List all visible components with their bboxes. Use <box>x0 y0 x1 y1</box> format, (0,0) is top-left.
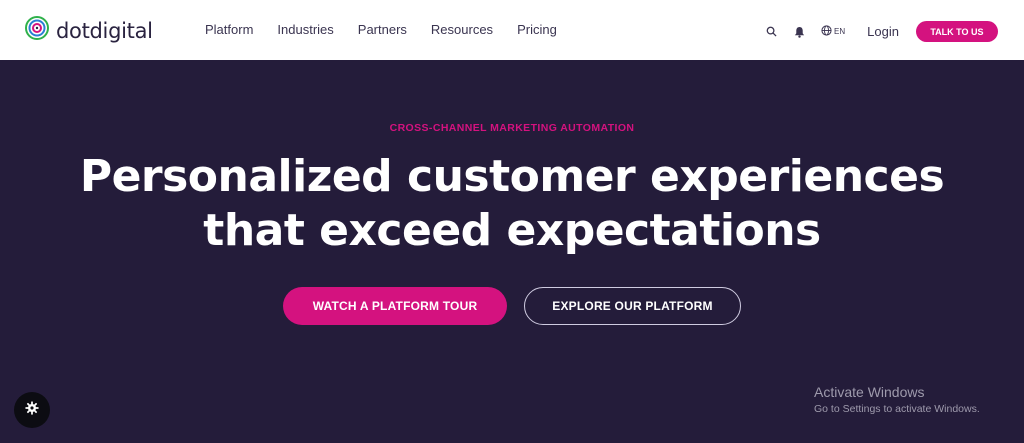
hero-headline-line-2: that exceed expectations <box>203 205 821 256</box>
explore-platform-button[interactable]: EXPLORE OUR PLATFORM <box>524 287 741 325</box>
search-icon[interactable] <box>766 26 777 37</box>
site-header: dotdigital Platform Industries Partners … <box>0 0 1024 60</box>
language-selector[interactable]: EN <box>821 23 845 41</box>
cookie-settings-button[interactable] <box>14 392 50 428</box>
utility-nav: EN Login TALK TO US <box>766 21 998 42</box>
nav-item-pricing[interactable]: Pricing <box>517 22 557 37</box>
hero-headline-line-1: Personalized customer experiences <box>79 151 945 202</box>
activate-windows-title: Activate Windows <box>814 384 925 400</box>
concentric-rings-icon <box>25 16 49 45</box>
hero-headline: Personalized customer experiences that e… <box>0 150 1024 258</box>
main-nav: Platform Industries Partners Resources P… <box>205 22 581 37</box>
gear-icon <box>25 400 39 420</box>
login-link[interactable]: Login <box>867 24 899 39</box>
nav-item-industries[interactable]: Industries <box>277 22 333 37</box>
activate-windows-subtitle: Go to Settings to activate Windows. <box>814 403 980 415</box>
hero-eyebrow: CROSS-CHANNEL MARKETING AUTOMATION <box>389 122 635 134</box>
logo[interactable]: dotdigital <box>25 16 153 45</box>
nav-item-partners[interactable]: Partners <box>358 22 407 37</box>
watch-platform-tour-button[interactable]: WATCH A PLATFORM TOUR <box>283 287 507 325</box>
globe-icon <box>821 23 832 41</box>
nav-item-resources[interactable]: Resources <box>431 22 493 37</box>
talk-to-us-button[interactable]: TALK TO US <box>915 21 998 42</box>
nav-item-platform[interactable]: Platform <box>205 22 253 37</box>
logo-text: dotdigital <box>56 18 153 43</box>
language-label: EN <box>834 27 846 36</box>
activate-windows-watermark: Activate Windows Go to Settings to activ… <box>814 384 980 415</box>
bell-icon[interactable] <box>794 26 805 38</box>
